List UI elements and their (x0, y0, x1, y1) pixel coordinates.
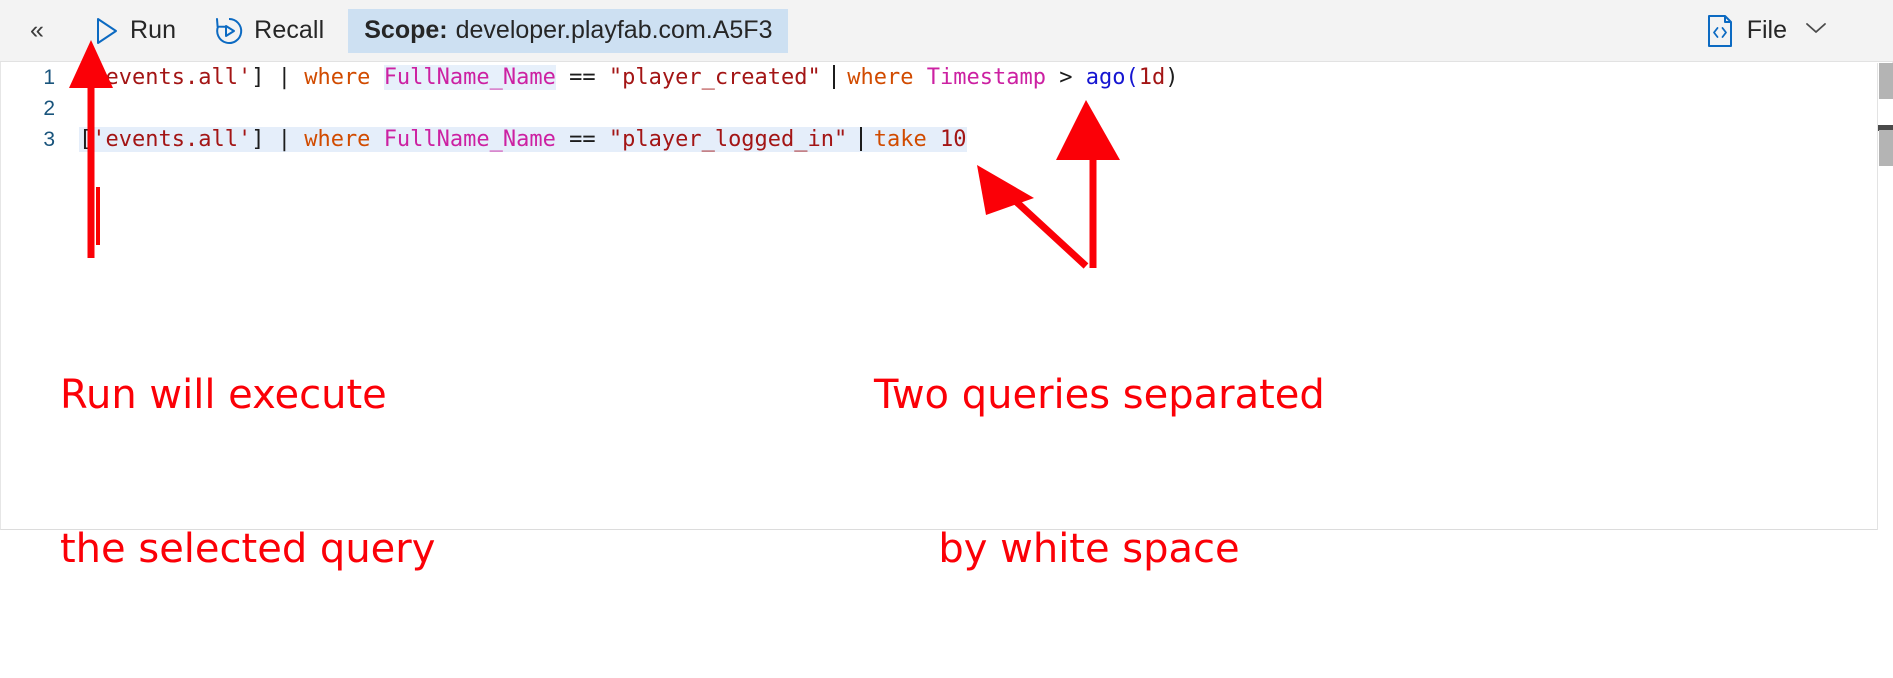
collapse-panel-icon: « (30, 16, 44, 44)
code-token: ] (251, 127, 265, 152)
code-token: [ (79, 127, 93, 152)
code-token: FullName_Name (383, 65, 556, 90)
vertical-scrollbar[interactable] (1877, 63, 1893, 530)
scope-selector[interactable]: Scope: developer.playfab.com.A5F3 (348, 8, 789, 53)
code-line-text[interactable]: ['events.all'] | where FullName_Name == … (73, 65, 1178, 90)
code-token: [ (79, 65, 93, 90)
file-menu-label: File (1746, 16, 1787, 44)
query-editor[interactable]: 1 ['events.all'] | where FullName_Name ==… (0, 62, 1893, 530)
line-number: 3 (43, 127, 55, 151)
code-token: "player_created" (608, 65, 821, 90)
code-line[interactable]: 2 (1, 93, 1892, 124)
recall-button[interactable]: Recall (204, 9, 334, 53)
code-token: where (304, 65, 371, 90)
code-token: ] (251, 65, 265, 90)
code-token: where (847, 65, 914, 90)
code-line[interactable]: 3 ['events.all'] | where FullName_Name ==… (1, 124, 1892, 155)
code-token: where (304, 127, 371, 152)
code-token: 1d (1138, 65, 1166, 90)
annotation-text-run-line2: the selected query (60, 525, 436, 572)
scrollbar-thumb-lower[interactable] (1879, 130, 1893, 166)
code-token: take (873, 127, 927, 152)
code-file-icon (1705, 14, 1735, 48)
line-number: 1 (43, 65, 55, 89)
code-token: Timestamp (926, 65, 1046, 90)
play-triangle-icon (94, 17, 120, 45)
toolbar-right-group: File (1705, 0, 1893, 61)
toolbar-left-group: « Run Recall Scope: developer.playfab.co… (0, 0, 789, 61)
code-line[interactable]: 1 ['events.all'] | where FullName_Name ==… (1, 62, 1892, 93)
run-label: Run (130, 16, 177, 44)
code-token: == (555, 127, 609, 152)
code-token: > (1045, 65, 1086, 90)
scrollbar-thumb-upper[interactable] (1879, 63, 1893, 99)
code-token: "player_logged_in" (608, 127, 848, 152)
chevron-down-icon (1787, 21, 1827, 40)
scope-value-label: developer.playfab.com.A5F3 (455, 16, 773, 44)
code-token: 10 (940, 127, 967, 152)
code-token: FullName_Name (383, 127, 556, 152)
scope-key-label: Scope: (364, 16, 448, 44)
editor-toolbar: « Run Recall Scope: developer.playfab.co… (0, 0, 1893, 62)
code-token: | (264, 127, 305, 152)
code-line-text[interactable]: ['events.all'] | where FullName_Name == … (73, 127, 967, 152)
file-menu-button[interactable]: File (1705, 9, 1827, 53)
code-token: 'events.all' (92, 127, 252, 152)
recall-history-icon (214, 16, 244, 46)
line-number: 2 (43, 96, 55, 120)
code-token: == (555, 65, 609, 90)
recall-label: Recall (254, 16, 325, 44)
code-lines-container[interactable]: 1 ['events.all'] | where FullName_Name ==… (1, 62, 1892, 155)
annotation-text-queries-line2: by white space (938, 525, 1240, 572)
code-token: 'events.all' (92, 65, 252, 90)
run-button[interactable]: Run (84, 9, 186, 53)
code-token: | (264, 65, 305, 90)
selected-query: ['events.all'] | where FullName_Name == … (79, 127, 967, 152)
code-token: ago( (1085, 65, 1139, 90)
code-token: ) (1165, 65, 1179, 90)
query-text: ['events.all'] | where FullName_Name == … (79, 65, 1178, 90)
collapse-panel-button[interactable]: « (14, 9, 60, 53)
selection-caret (96, 187, 100, 245)
